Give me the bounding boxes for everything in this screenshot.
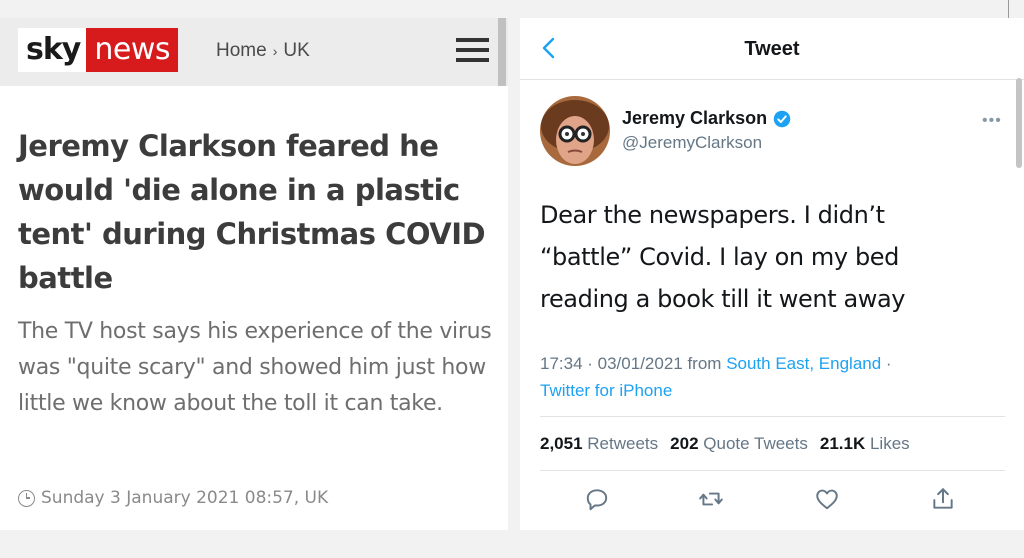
breadcrumb-uk[interactable]: UK <box>283 40 309 62</box>
tweet-location-link[interactable]: South East, England <box>726 354 881 373</box>
article-date-text: Sunday 3 January 2021 08:57, UK <box>41 488 329 508</box>
tweet-actions <box>520 486 1024 516</box>
tweet-header-title: Tweet <box>744 38 800 60</box>
tweet-author-name[interactable]: Jeremy Clarkson <box>622 108 791 129</box>
scrollbar[interactable] <box>1016 78 1022 168</box>
logo-sky-text: sky <box>18 28 87 72</box>
verified-icon <box>773 110 791 127</box>
tweet-source-link[interactable]: Twitter for iPhone <box>540 381 672 400</box>
share-icon[interactable] <box>930 486 956 512</box>
hamburger-menu-icon[interactable] <box>456 38 489 66</box>
sky-news-panel: sky news Home › UK Jeremy Clarkson feare… <box>0 18 508 530</box>
tweet-meta-separator: · <box>881 354 892 373</box>
article-summary: The TV host says his experience of the v… <box>18 319 492 416</box>
divider <box>540 416 1005 417</box>
article-headline: Jeremy Clarkson feared he would 'die alo… <box>18 129 486 295</box>
tweet-time: 17:34 · 03/01/2021 from <box>540 354 727 373</box>
divider <box>540 470 1005 471</box>
tweet-author-handle[interactable]: @JeremyClarkson <box>622 133 762 153</box>
tweet-text: Dear the newspapers. I didn’t “battle” C… <box>540 201 906 313</box>
reply-icon[interactable] <box>584 486 610 512</box>
retweet-icon[interactable] <box>698 486 724 512</box>
quote-tweets-stat[interactable]: 202 Quote Tweets <box>670 434 808 454</box>
author-name-text: Jeremy Clarkson <box>622 108 768 128</box>
more-icon[interactable]: ••• <box>982 112 1002 130</box>
likes-stat[interactable]: 21.1K Likes <box>820 434 910 454</box>
tweet-stats: 2,051 Retweets 202 Quote Tweets 21.1K Li… <box>540 434 910 454</box>
like-icon[interactable] <box>814 486 840 512</box>
tweet-panel: Tweet Jeremy Clarkson @JeremyClarkson ••… <box>520 18 1024 530</box>
avatar[interactable] <box>540 96 610 166</box>
breadcrumb-separator: › <box>272 43 278 59</box>
clock-icon <box>18 489 35 507</box>
breadcrumb-home[interactable]: Home <box>216 40 267 62</box>
divider <box>1008 0 1009 18</box>
sky-news-logo[interactable]: sky news <box>18 28 179 72</box>
scrollbar[interactable] <box>498 18 506 86</box>
article-timestamp: Sunday 3 January 2021 08:57, UK <box>18 488 328 508</box>
breadcrumb: Home › UK <box>216 40 310 62</box>
retweets-stat[interactable]: 2,051 Retweets <box>540 434 658 454</box>
tweet-header: Tweet <box>520 18 1024 80</box>
logo-news-text: news <box>86 28 179 72</box>
tweet-meta: 17:34 · 03/01/2021 from South East, Engl… <box>540 350 1000 404</box>
sky-header: sky news Home › UK <box>0 18 508 86</box>
